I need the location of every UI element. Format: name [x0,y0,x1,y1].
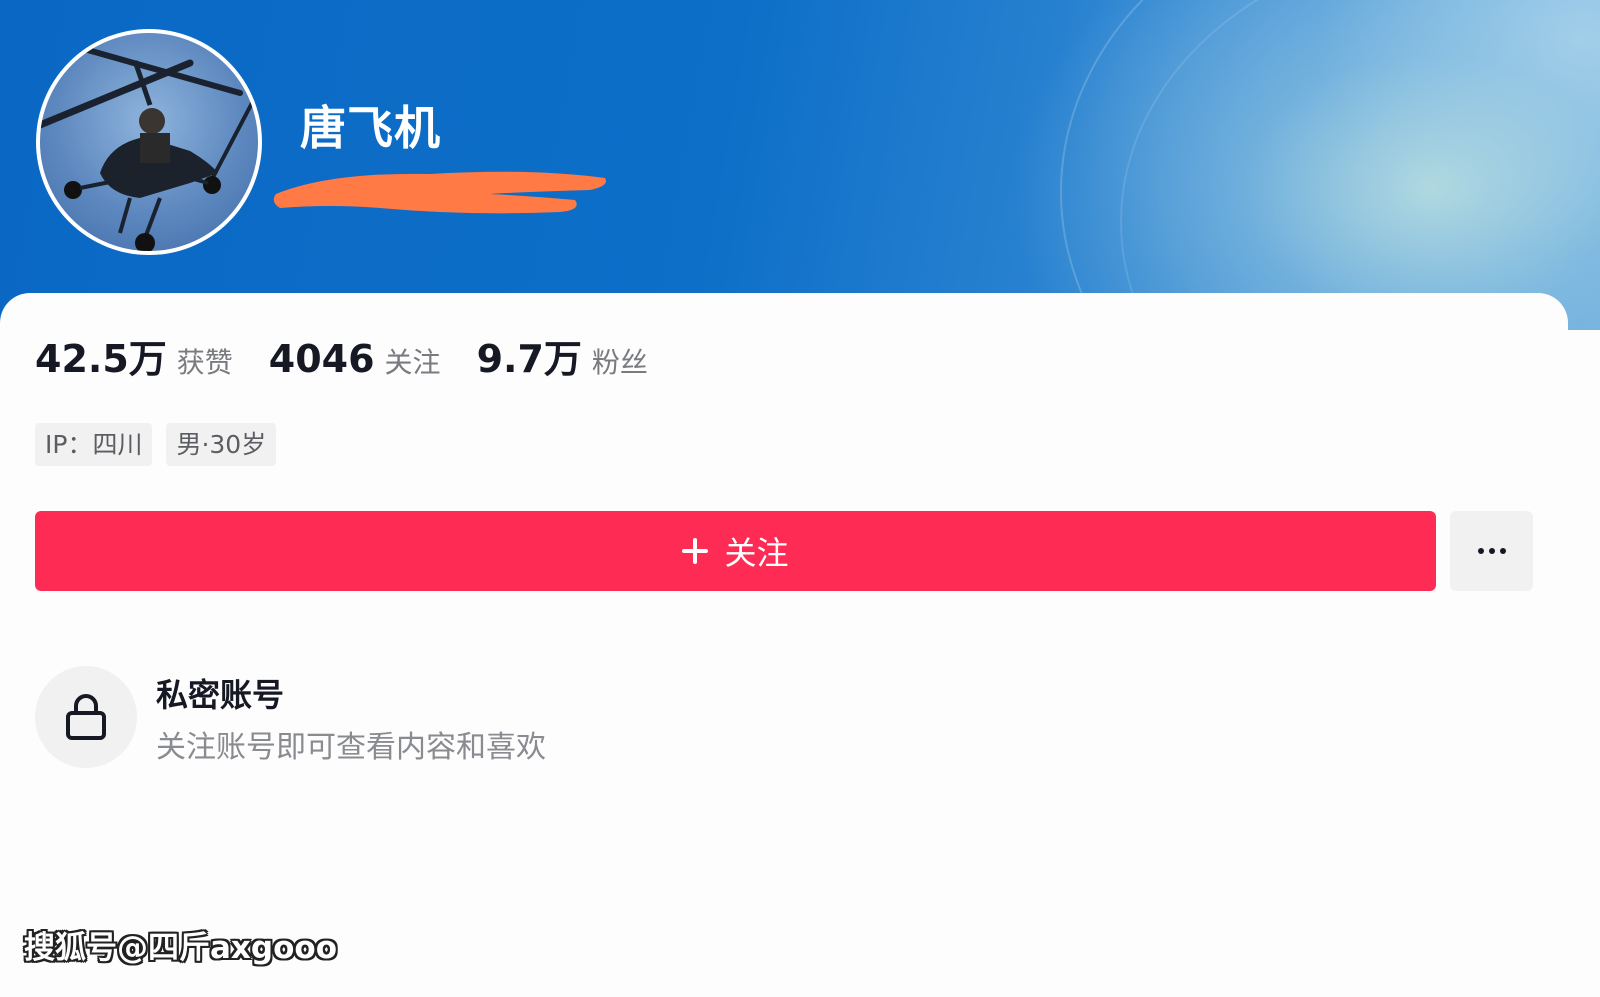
stat-likes-value: 42.5万 [35,337,167,381]
profile-username: 唐飞机 [300,101,441,155]
stat-likes[interactable]: 42.5万 获赞 [35,328,233,383]
private-account-description: 关注账号即可查看内容和喜欢 [156,730,546,765]
redaction-scribble [273,171,606,214]
watermark: 搜狐号@四斤axgooo [24,930,337,966]
gender-age-tag: 男·30岁 [166,423,277,466]
profile-stats: 42.5万 获赞 4046 关注 9.7万 粉丝 [35,328,684,384]
stat-likes-label: 获赞 [176,346,233,379]
ip-location-tag: IP：四川 [35,423,153,466]
stat-followers-label: 粉丝 [591,346,648,379]
private-account-badge [35,666,137,768]
avatar[interactable] [36,29,262,255]
stat-followers[interactable]: 9.7万 粉丝 [477,328,648,383]
profile-tags: IP：四川 男·30岁 [35,423,290,466]
private-account-title: 私密账号 [156,676,285,714]
stat-following[interactable]: 4046 关注 [269,337,441,381]
profile-header-banner: 唐飞机 [0,0,1600,330]
gyrocopter-photo [40,42,254,251]
follow-button-label: 关注 [724,534,789,572]
more-options-button[interactable] [1450,511,1533,591]
stat-following-value: 4046 [268,337,375,381]
profile-card [0,293,1568,997]
stat-following-label: 关注 [384,346,441,379]
banner-decoration [1120,0,1600,330]
plus-icon [682,538,709,564]
lock-icon [66,694,106,740]
more-dots-icon [1477,548,1506,554]
follow-button[interactable]: 关注 [35,511,1436,591]
stat-followers-value: 9.7万 [476,337,582,381]
